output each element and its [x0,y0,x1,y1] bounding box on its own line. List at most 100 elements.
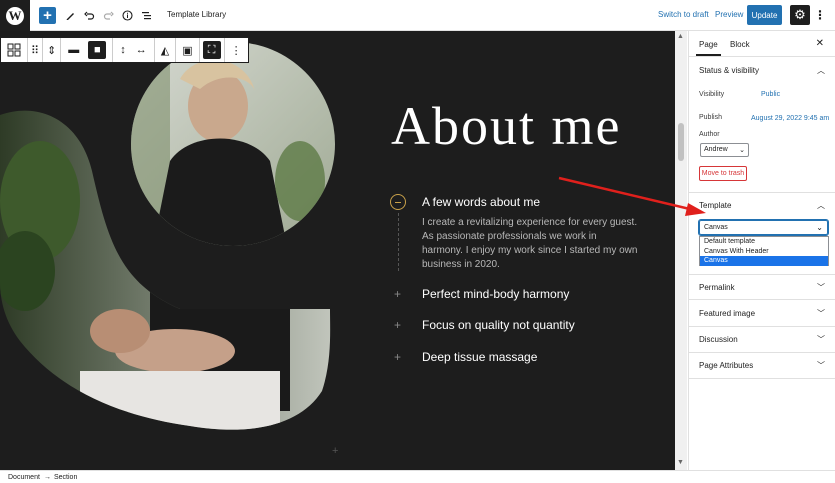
scroll-thumb[interactable] [678,123,684,161]
featured-image-panel[interactable]: Featured image [699,309,755,318]
horizontal-align-icon: ↔ [135,44,147,56]
plus-icon[interactable]: + [394,287,401,301]
tools-button[interactable] [63,6,77,25]
template-option-default[interactable]: Default template [700,237,828,247]
vertical-align-group: ↕ ↔ [113,38,155,62]
plus-icon[interactable]: + [394,318,401,332]
publish-label: Publish [699,114,722,121]
block-editor: W + Template Library Switch to draft Pre… [0,0,835,483]
chevron-up-icon[interactable]: ︿ [817,200,825,211]
breadcrumb-section[interactable]: Section [54,474,77,481]
add-block-button[interactable]: + [39,7,56,24]
list-view-icon [141,12,151,20]
divider [689,192,835,193]
canvas-scrollbar[interactable]: ▲ ▼ [675,31,687,470]
page-attributes-panel[interactable]: Page Attributes [699,361,753,370]
accordion-divider [398,213,399,271]
chevron-down-icon: ⌄ [816,223,823,232]
add-block-inserter-icon[interactable]: + [332,445,338,457]
settings-button[interactable]: ⚙ [790,5,810,25]
color-button[interactable]: ◭ [155,38,177,62]
align-wide-button[interactable]: ▬ [63,38,84,62]
author-value: Andrew [704,146,728,153]
sidebar-tabs: Page Block ✕ [689,31,835,57]
justify-button[interactable]: ↔ [131,38,152,62]
block-type-button[interactable] [1,38,28,62]
list-view-button[interactable] [139,6,153,25]
visibility-label: Visibility [699,91,725,98]
switch-to-draft-button[interactable]: Switch to draft [658,10,709,19]
block-breadcrumb: Document → Section [0,470,835,483]
divider [689,326,835,327]
chevron-up-icon[interactable]: ︿ [817,65,825,76]
vertical-align-icon: ↕ [120,44,126,56]
redo-button[interactable] [101,6,115,25]
details-button[interactable] [120,6,134,25]
editor-header: W + Template Library Switch to draft Pre… [0,0,835,31]
replace-media-button[interactable]: ▣ [176,38,200,62]
divider [689,274,835,275]
tab-page[interactable]: Page [696,40,721,56]
divider [689,299,835,300]
wordpress-logo-button[interactable]: W [0,0,30,31]
breadcrumb-document[interactable]: Document [8,474,40,481]
document-title[interactable]: Template Library [167,10,226,19]
preview-button[interactable]: Preview [715,10,743,19]
block-toolbar: ⠿ ⇕ ▬ ■ ↕ ↔ ◭ ▣ ⛶ ⋮ [0,37,249,63]
drag-handle[interactable]: ⠿ [28,38,44,62]
template-panel-title[interactable]: Template [699,201,731,210]
publish-date-toggle[interactable]: August 29, 2022 9:45 am [751,115,829,122]
accordion-item-3[interactable]: Deep tissue massage [422,350,537,364]
page-heading[interactable]: About me [391,95,621,157]
columns-icon [7,43,21,57]
discussion-panel[interactable]: Discussion [699,335,738,344]
image-icon: ▣ [182,44,193,57]
chevron-down-icon[interactable]: ﹀ [817,282,825,293]
tab-block[interactable]: Block [730,40,750,49]
move-up-down-button[interactable]: ⇕ [43,38,62,62]
undo-button[interactable] [82,6,96,25]
chevron-up-down-icon: ⇕ [47,44,57,57]
block-options-button[interactable]: ⋮ [225,38,248,62]
more-options-button[interactable]: ⋮ [814,8,826,22]
accordion-body-text[interactable]: I create a revitalizing experience for e… [422,216,640,272]
chevron-down-icon[interactable]: ﹀ [817,334,825,345]
wordpress-icon: W [6,6,24,25]
move-to-trash-button[interactable]: Move to trash [699,166,747,181]
author-label: Author [699,131,720,138]
template-option-canvas-with-header[interactable]: Canvas With Header [700,247,828,257]
vertical-align-button[interactable]: ↕ [115,38,131,62]
plus-icon: + [43,7,52,24]
info-icon [121,10,133,21]
template-option-canvas[interactable]: Canvas [700,256,828,266]
chevron-down-icon[interactable]: ﹀ [817,308,825,319]
close-icon[interactable]: ✕ [816,38,824,49]
scroll-down-icon[interactable]: ▼ [677,459,684,466]
author-select[interactable]: Andrew ⌄ [700,143,749,157]
gear-icon: ⚙ [794,7,806,22]
accordion-heading-active[interactable]: A few words about me [422,195,540,209]
fullscreen-button[interactable]: ⛶ [200,38,225,62]
breadcrumb-separator: → [44,474,51,481]
settings-sidebar: Page Block ✕ Status & visibility ︿ Visib… [688,31,835,470]
align-full-icon: ■ [93,44,101,56]
align-full-button[interactable]: ■ [88,41,107,59]
accordion-item-1[interactable]: Perfect mind-body harmony [422,287,569,301]
minus-circle-icon[interactable] [390,194,406,210]
divider [689,378,835,379]
accordion-item-2[interactable]: Focus on quality not quantity [422,318,575,332]
more-vertical-icon: ⋮ [230,44,242,57]
drag-icon: ⠿ [31,44,40,57]
status-visibility-title[interactable]: Status & visibility [699,66,759,75]
update-button[interactable]: Update [747,5,782,25]
plus-icon[interactable]: + [394,350,401,364]
undo-icon [83,11,94,20]
align-icon: ▬ [68,44,80,56]
permalink-panel[interactable]: Permalink [699,283,735,292]
scroll-up-icon[interactable]: ▲ [677,33,684,40]
chevron-down-icon[interactable]: ﹀ [817,360,825,371]
visibility-toggle[interactable]: Public [761,91,780,98]
redo-icon [103,11,114,20]
about-image[interactable] [0,31,340,470]
template-select[interactable]: Canvas ⌄ [699,220,828,235]
